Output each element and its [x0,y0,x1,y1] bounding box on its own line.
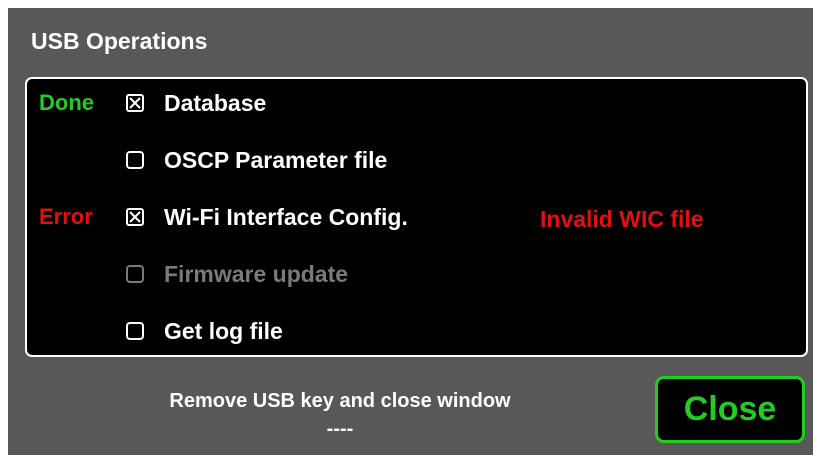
operation-label-wifi-interface-config: Wi-Fi Interface Config. [164,204,408,230]
dialog-title: USB Operations [31,28,208,54]
operation-row-get-log-file: Get log file [27,311,806,351]
operation-label-oscp-parameter-file: OSCP Parameter file [164,147,388,173]
status-label-error: Error [39,204,93,229]
operation-row-database: Done Database [27,83,806,123]
usb-operations-dialog: USB Operations Done Database OSCP Parame… [8,8,813,455]
operation-row-oscp-parameter-file: OSCP Parameter file [27,140,806,180]
status-label-done: Done [39,90,94,115]
operation-label-get-log-file: Get log file [164,318,283,344]
operation-label-firmware-update: Firmware update [164,261,349,287]
checkbox-database[interactable] [126,94,144,112]
checkbox-get-log-file[interactable] [126,322,144,340]
operation-row-wifi-interface-config: Error Wi-Fi Interface Config. Invalid WI… [27,197,806,237]
checkbox-wifi-interface-config[interactable] [126,208,144,226]
progress-indicator: ---- [326,418,354,440]
operations-panel: Done Database OSCP Parameter file Error … [25,77,808,357]
checkbox-oscp-parameter-file[interactable] [126,151,144,169]
close-button[interactable]: Close [655,376,805,443]
operation-label-database: Database [164,90,267,116]
checkbox-firmware-update [126,265,144,283]
operation-row-firmware-update: Firmware update [27,254,806,294]
instruction-text: Remove USB key and close window [169,390,511,412]
error-message: Invalid WIC file [540,206,704,232]
